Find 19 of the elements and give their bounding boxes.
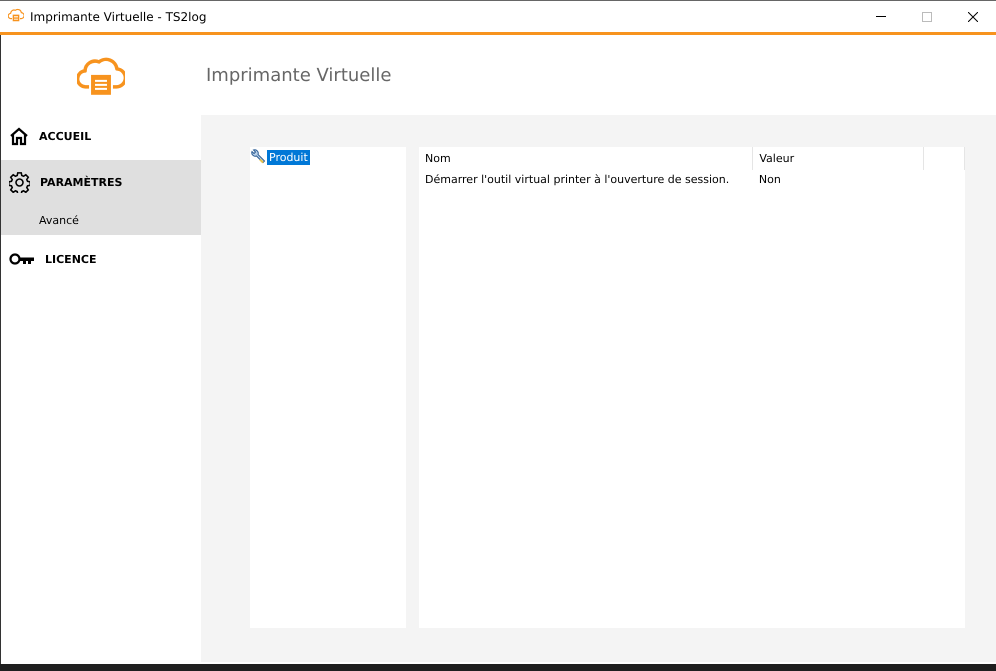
nav-item[interactable]: LICENCE <box>1 238 201 280</box>
cloud-printer-icon <box>77 54 125 96</box>
page-title: Imprimante Virtuelle <box>206 64 392 86</box>
tree-item[interactable]: Produit <box>267 150 310 164</box>
home-icon <box>9 126 29 146</box>
column-header[interactable]: Valeur <box>752 147 924 170</box>
column-header[interactable]: Nom <box>419 147 753 170</box>
key-icon <box>9 252 35 266</box>
minimize-icon <box>876 16 886 17</box>
nav-item[interactable]: PARAMÈTRES <box>1 160 201 205</box>
window-title: Imprimante Virtuelle - TS2log <box>30 10 208 24</box>
table-cell: Démarrer l'outil virtual printer à l'ouverture de session. <box>419 170 753 189</box>
close-icon <box>968 12 978 22</box>
table-cell: Non <box>752 170 924 189</box>
maximize-icon <box>922 12 932 22</box>
settings-icon <box>9 172 30 193</box>
cloud-printer-icon <box>8 8 24 22</box>
nav-item[interactable]: ACCUEIL <box>1 115 201 157</box>
wrench-icon <box>250 149 266 165</box>
